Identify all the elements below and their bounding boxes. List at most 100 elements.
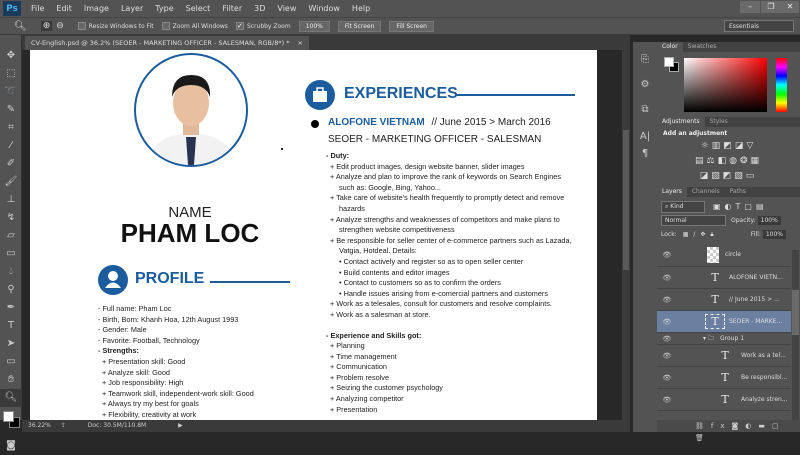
zoom-in-icon[interactable]: ⊕ bbox=[40, 21, 53, 31]
visibility-eye-icon[interactable]: 👁︎ bbox=[657, 396, 677, 404]
layer-row[interactable]: 👁︎ T Analyze stren... bbox=[657, 389, 791, 411]
lock-icons[interactable]: ▦/✥🔒︎ bbox=[683, 231, 719, 239]
hue-slider[interactable] bbox=[776, 58, 787, 112]
layer-row[interactable]: 👁︎ T Work as a tel... bbox=[657, 345, 791, 367]
tab-channels[interactable]: Channels bbox=[687, 187, 725, 197]
quick-select-icon[interactable]: ✎ bbox=[0, 101, 22, 119]
menu-select[interactable]: Select bbox=[186, 4, 211, 13]
properties-icon[interactable]: ⧉ bbox=[633, 104, 657, 115]
threshold-icon[interactable]: ◩ bbox=[723, 171, 735, 181]
color-field[interactable] bbox=[684, 58, 767, 112]
fill-screen-button[interactable]: Fill Screen bbox=[389, 20, 434, 32]
menu-window[interactable]: Window bbox=[308, 4, 340, 13]
paragraph-icon[interactable]: ¶ bbox=[633, 148, 657, 159]
history-brush-icon[interactable]: ↯ bbox=[0, 209, 22, 227]
expand-arrow-icon[interactable]: ▾ bbox=[703, 335, 706, 342]
visibility-eye-icon[interactable]: 👁︎ bbox=[657, 335, 677, 343]
document-tab[interactable]: CV-English.psd @ 36.2% (SEOER - MARKETIN… bbox=[25, 36, 309, 50]
lasso-icon[interactable]: ➰ bbox=[0, 83, 22, 101]
menu-edit[interactable]: Edit bbox=[56, 4, 72, 13]
opacity-input[interactable]: 100% bbox=[757, 216, 781, 225]
restore-button[interactable]: ❐ bbox=[761, 1, 781, 13]
visibility-eye-icon[interactable]: 👁︎ bbox=[657, 296, 677, 304]
eraser-icon[interactable]: ▱ bbox=[0, 227, 22, 245]
status-menu-arrow-icon[interactable]: ▶ bbox=[178, 422, 183, 429]
type-icon[interactable]: T bbox=[0, 317, 22, 335]
scrubby-zoom-checkbox[interactable]: ✓ bbox=[235, 22, 244, 30]
path-select-icon[interactable]: ➤ bbox=[0, 335, 22, 353]
kind-filter[interactable]: ⌕ Kind bbox=[661, 200, 705, 213]
invert-icon[interactable]: ◪ bbox=[700, 171, 712, 181]
visibility-eye-icon[interactable]: 👁︎ bbox=[657, 352, 677, 360]
visibility-eye-icon[interactable]: 👁︎ bbox=[657, 318, 677, 326]
tab-color[interactable]: Color bbox=[657, 42, 683, 52]
character-icon[interactable]: A| bbox=[633, 131, 657, 142]
zoom-level[interactable]: 36.22% bbox=[28, 422, 51, 429]
zoom-100-button[interactable]: 100% bbox=[298, 20, 330, 32]
scrollbar-thumb[interactable] bbox=[623, 130, 629, 270]
quick-mask-icon[interactable]: ◙ bbox=[0, 437, 22, 455]
curves-icon[interactable]: ◩ bbox=[723, 141, 735, 151]
selective-color-icon[interactable]: ▧ bbox=[734, 171, 746, 181]
menu-help[interactable]: Help bbox=[352, 4, 370, 13]
dodge-icon[interactable]: ⚲ bbox=[0, 281, 22, 299]
zoom-out-icon[interactable]: ⊖ bbox=[56, 21, 64, 31]
close-window-button[interactable]: ✕ bbox=[781, 1, 799, 13]
posterize-icon[interactable]: ▨ bbox=[711, 171, 723, 181]
zoom-tool-icon[interactable]: 🔍︎ bbox=[14, 21, 27, 32]
gradient-icon[interactable]: ▭ bbox=[0, 245, 22, 263]
tab-swatches[interactable]: Swatches bbox=[683, 42, 722, 52]
share-icon[interactable]: ⇪ bbox=[61, 422, 66, 429]
photo-filter-icon[interactable]: ◍ bbox=[729, 156, 740, 166]
channel-mixer-icon[interactable]: ❂ bbox=[740, 156, 751, 166]
document-canvas[interactable]: NAME PHAM LOC PROFILE - Full name: Pham … bbox=[30, 50, 597, 420]
blur-icon[interactable]: 💧︎ bbox=[0, 263, 22, 281]
vibrance-icon[interactable]: ▽ bbox=[746, 141, 756, 151]
zoom-all-checkbox[interactable] bbox=[161, 22, 170, 30]
new-layer-icon[interactable]: ▢ bbox=[772, 422, 786, 430]
close-tab-icon[interactable]: × bbox=[298, 39, 303, 47]
tab-adjustments[interactable]: Adjustments bbox=[657, 117, 705, 127]
blend-mode-select[interactable]: Normal bbox=[661, 215, 726, 226]
visibility-eye-icon[interactable]: 👁︎ bbox=[657, 374, 677, 382]
workspace-select[interactable]: Essentials bbox=[724, 20, 794, 32]
hand-icon[interactable]: ✋︎ bbox=[0, 371, 22, 389]
menu-layer[interactable]: Layer bbox=[121, 4, 143, 13]
menu-file[interactable]: File bbox=[31, 4, 44, 13]
menu-view[interactable]: View bbox=[277, 4, 296, 13]
zoom-icon[interactable]: 🔍︎ bbox=[0, 389, 22, 407]
mask-icon[interactable]: ◙ bbox=[732, 422, 746, 430]
marquee-icon[interactable]: ⬚ bbox=[0, 65, 22, 83]
actions-icon[interactable]: ⚙ bbox=[633, 79, 657, 90]
layer-row[interactable]: 👁︎ circle bbox=[657, 243, 791, 267]
hue-saturation-icon[interactable]: ▤ bbox=[695, 156, 707, 166]
foreground-color[interactable] bbox=[664, 57, 674, 67]
visibility-eye-icon[interactable]: 👁︎ bbox=[657, 274, 677, 282]
tab-paths[interactable]: Paths bbox=[725, 187, 751, 197]
gradient-map-icon[interactable]: ▭ bbox=[746, 171, 758, 181]
menu-filter[interactable]: Filter bbox=[222, 4, 242, 13]
layers-scrollbar[interactable] bbox=[792, 250, 799, 420]
layer-row[interactable]: 👁︎ T // June 2015 > ... bbox=[657, 289, 791, 311]
menu-image[interactable]: Image bbox=[84, 4, 109, 13]
visibility-eye-icon[interactable]: 👁︎ bbox=[657, 251, 677, 259]
link-icon[interactable]: ⛓ bbox=[695, 422, 711, 430]
color-swatches[interactable] bbox=[0, 407, 21, 437]
levels-icon[interactable]: ▥ bbox=[712, 141, 724, 151]
menu-3d[interactable]: 3D bbox=[254, 4, 265, 13]
adjustment-layer-icon[interactable]: ◐ bbox=[745, 422, 758, 430]
pen-icon[interactable]: ✒ bbox=[0, 299, 22, 317]
tab-layers[interactable]: Layers bbox=[657, 187, 687, 197]
menu-type[interactable]: Type bbox=[155, 4, 173, 13]
color-balance-icon[interactable]: ⚖ bbox=[707, 156, 718, 166]
healing-icon[interactable]: ✐ bbox=[0, 155, 22, 173]
color-lookup-icon[interactable]: ▦ bbox=[751, 156, 763, 166]
black-white-icon[interactable]: ◧ bbox=[718, 156, 730, 166]
eyedropper-icon[interactable]: ⁄ bbox=[0, 137, 22, 155]
stamp-icon[interactable]: ⊥ bbox=[0, 191, 22, 209]
brightness-icon[interactable]: ☼ bbox=[701, 141, 712, 151]
layers-footer-buttons[interactable]: ⛓fx◙◐▬▢ 🗑︎ bbox=[657, 420, 800, 442]
filter-icons[interactable]: ▣◐T▢▤ bbox=[713, 202, 768, 211]
minimize-button[interactable]: – bbox=[740, 1, 760, 13]
tab-styles[interactable]: Styles bbox=[705, 117, 733, 127]
